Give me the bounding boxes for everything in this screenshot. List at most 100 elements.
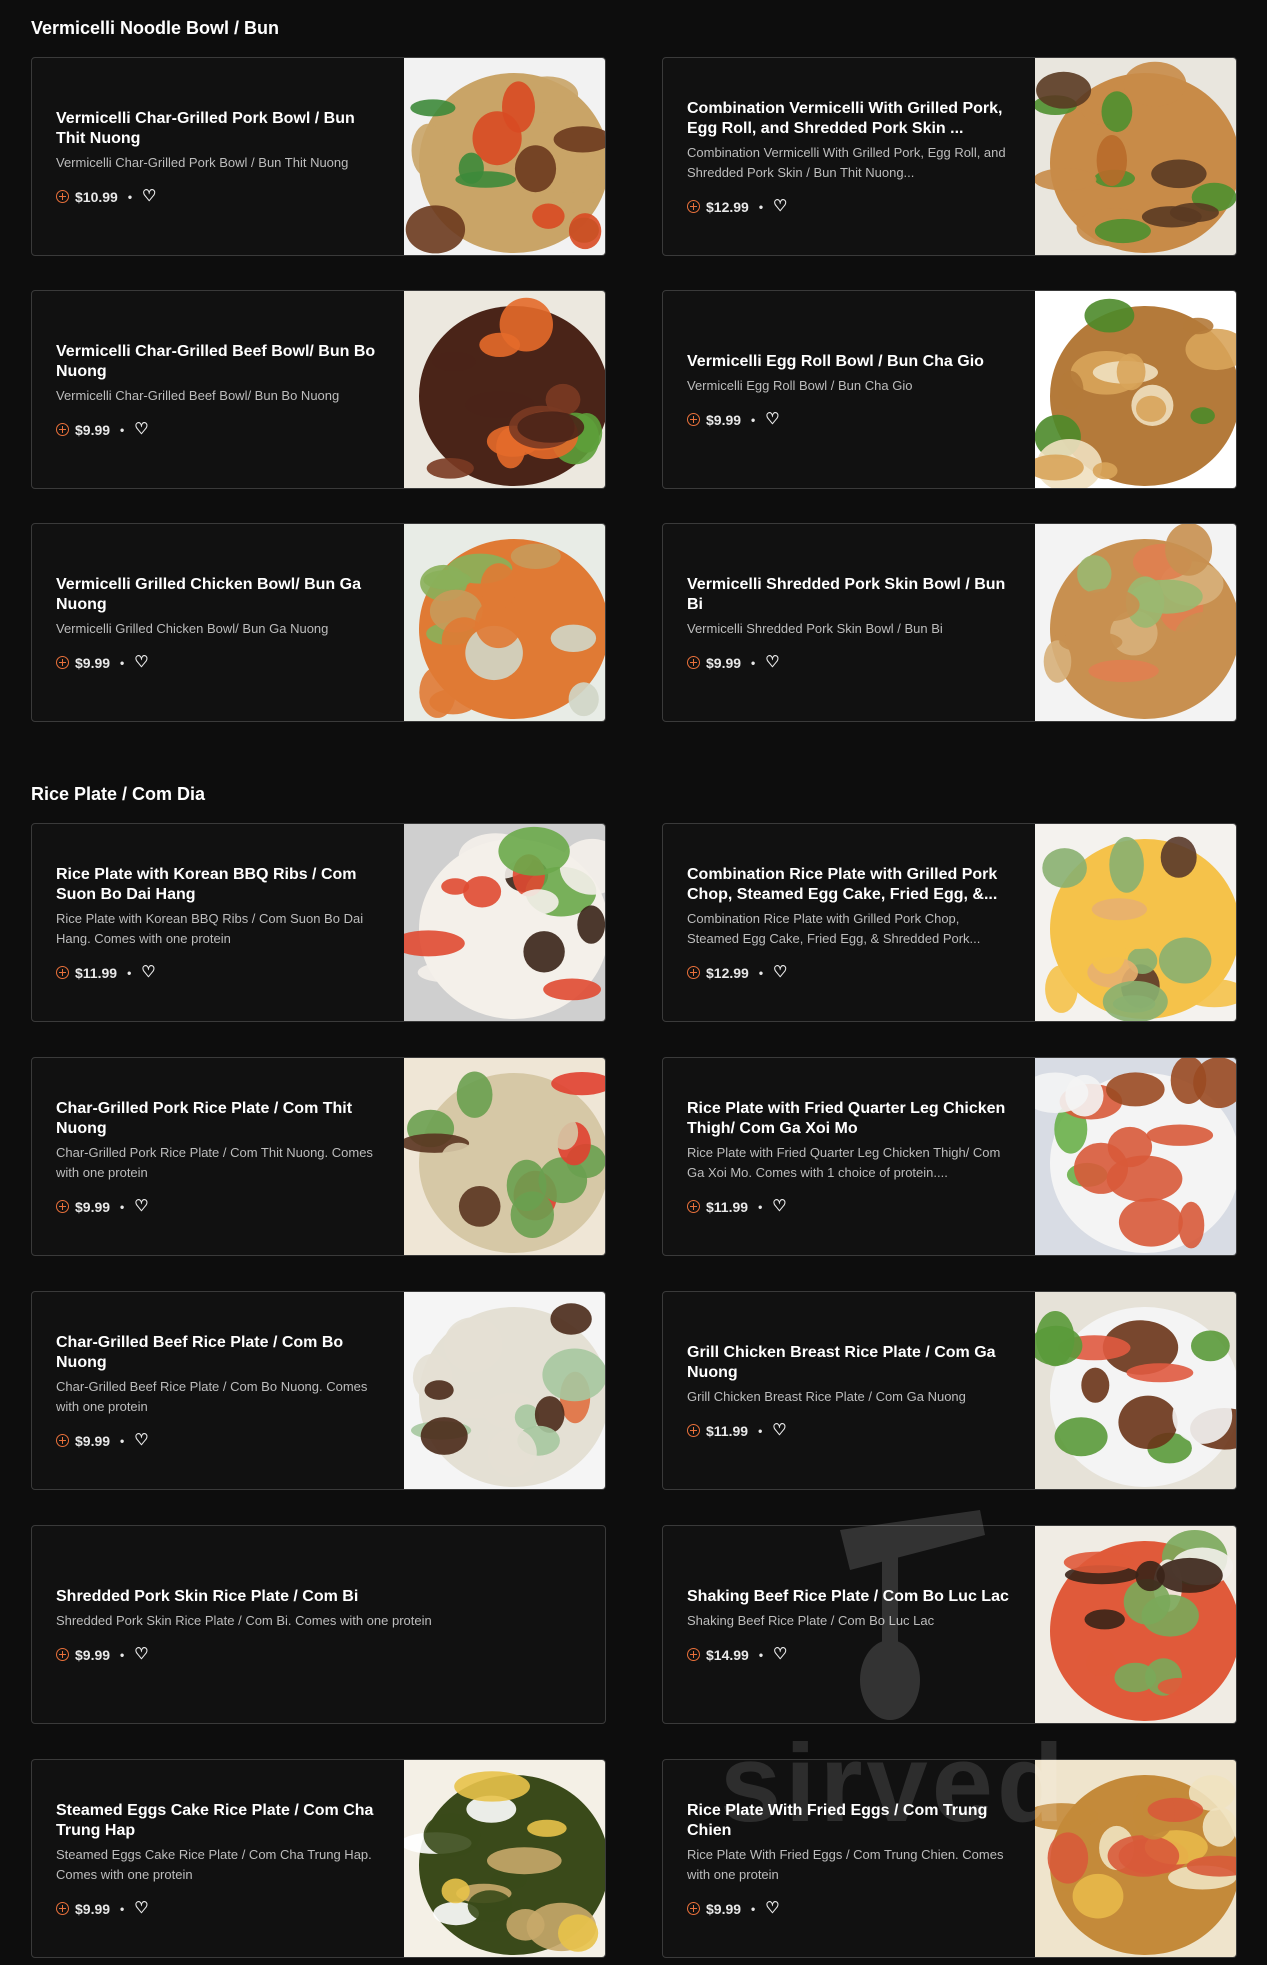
rice-plate-menu-grid: Rice Plate with Korean BBQ Ribs / Com Su…	[31, 823, 1237, 1958]
heart-icon[interactable]: ♡	[134, 421, 148, 438]
add-to-cart-icon[interactable]	[56, 190, 69, 203]
menu-item-meta: $9.99 • ♡	[56, 421, 379, 438]
add-to-cart-icon[interactable]	[56, 1434, 69, 1447]
menu-item-card[interactable]: Char-Grilled Pork Rice Plate / Com Thit …	[31, 1057, 606, 1256]
menu-item-meta: $9.99 • ♡	[56, 1900, 379, 1917]
menu-item-description: Grill Chicken Breast Rice Plate / Com Ga…	[687, 1388, 966, 1404]
menu-item-photo	[1035, 58, 1236, 255]
add-to-cart-icon[interactable]	[56, 423, 69, 436]
add-to-cart-icon[interactable]	[687, 200, 700, 213]
menu-item-photo	[404, 1292, 605, 1489]
heart-icon[interactable]: ♡	[773, 1646, 787, 1663]
heart-icon[interactable]: ♡	[773, 964, 787, 981]
separator-dot: •	[758, 1199, 763, 1214]
heart-icon[interactable]: ♡	[142, 188, 156, 205]
heart-icon[interactable]: ♡	[765, 411, 779, 428]
menu-item-card[interactable]: Vermicelli Char-Grilled Beef Bowl/ Bun B…	[31, 290, 606, 489]
menu-item-card[interactable]: Combination Vermicelli With Grilled Pork…	[662, 57, 1237, 256]
menu-item-card[interactable]: Rice Plate with Fried Quarter Leg Chicke…	[662, 1057, 1237, 1256]
menu-item-meta: $11.99 • ♡	[56, 964, 379, 981]
menu-item-text: Grill Chicken Breast Rice Plate / Com Ga…	[687, 1292, 1010, 1489]
menu-item-description: Vermicelli Char-Grilled Beef Bowl/ Bun B…	[56, 387, 340, 403]
menu-item-name: Char-Grilled Beef Rice Plate / Com Bo Nu…	[56, 1333, 344, 1371]
vermicelli-menu-grid: Vermicelli Char-Grilled Pork Bowl / Bun …	[31, 57, 1237, 722]
menu-item-photo	[1035, 824, 1236, 1021]
menu-item-meta: $9.99 • ♡	[687, 654, 1010, 671]
menu-item-price: $9.99	[75, 1646, 111, 1663]
menu-item-card[interactable]: Vermicelli Shredded Pork Skin Bowl / Bun…	[662, 523, 1237, 722]
menu-item-text: Vermicelli Char-Grilled Pork Bowl / Bun …	[56, 58, 379, 255]
menu-item-price: $11.99	[706, 1422, 749, 1439]
menu-item-card[interactable]: Char-Grilled Beef Rice Plate / Com Bo Nu…	[31, 1291, 606, 1490]
menu-item-text: Shredded Pork Skin Rice Plate / Com Bi S…	[56, 1526, 581, 1723]
menu-item-text: Vermicelli Shredded Pork Skin Bowl / Bun…	[687, 524, 1010, 721]
menu-item-card[interactable]: Rice Plate With Fried Eggs / Com Trung C…	[662, 1759, 1237, 1958]
menu-item-meta: $9.99 • ♡	[56, 1432, 379, 1449]
menu-item-card[interactable]: Vermicelli Egg Roll Bowl / Bun Cha Gio V…	[662, 290, 1237, 489]
separator-dot: •	[120, 1647, 125, 1662]
menu-item-description: Shredded Pork Skin Rice Plate / Com Bi. …	[56, 1612, 432, 1628]
menu-item-text: Combination Rice Plate with Grilled Pork…	[687, 824, 1010, 1021]
add-to-cart-icon[interactable]	[56, 656, 69, 669]
menu-item-card[interactable]: Vermicelli Char-Grilled Pork Bowl / Bun …	[31, 57, 606, 256]
add-to-cart-icon[interactable]	[687, 1648, 700, 1661]
add-to-cart-icon[interactable]	[56, 966, 69, 979]
menu-item-name: Rice Plate with Fried Quarter Leg Chicke…	[687, 1099, 1006, 1137]
menu-item-text: Char-Grilled Beef Rice Plate / Com Bo Nu…	[56, 1292, 379, 1489]
menu-item-name: Vermicelli Shredded Pork Skin Bowl / Bun…	[687, 575, 1006, 613]
add-to-cart-icon[interactable]	[56, 1200, 69, 1213]
menu-item-meta: $14.99 • ♡	[687, 1646, 1010, 1663]
menu-item-price: $11.99	[75, 964, 118, 981]
add-to-cart-icon[interactable]	[56, 1902, 69, 1915]
heart-icon[interactable]: ♡	[773, 198, 787, 215]
add-to-cart-icon[interactable]	[687, 1200, 700, 1213]
menu-item-price: $9.99	[75, 1198, 111, 1215]
menu-item-photo	[1035, 1760, 1236, 1957]
menu-item-card[interactable]: Grill Chicken Breast Rice Plate / Com Ga…	[662, 1291, 1237, 1490]
menu-item-photo	[1035, 1292, 1236, 1489]
heart-icon[interactable]: ♡	[141, 964, 155, 981]
heart-icon[interactable]: ♡	[134, 1198, 148, 1215]
heart-icon[interactable]: ♡	[134, 1646, 148, 1663]
add-to-cart-icon[interactable]	[687, 1424, 700, 1437]
menu-item-description: Rice Plate with Fried Quarter Leg Chicke…	[687, 1144, 1001, 1180]
add-to-cart-icon[interactable]	[687, 1902, 700, 1915]
menu-item-text: Shaking Beef Rice Plate / Com Bo Luc Lac…	[687, 1526, 1010, 1723]
heart-icon[interactable]: ♡	[134, 1432, 148, 1449]
menu-item-text: Vermicelli Grilled Chicken Bowl/ Bun Ga …	[56, 524, 379, 721]
heart-icon[interactable]: ♡	[134, 654, 148, 671]
heart-icon[interactable]: ♡	[772, 1422, 786, 1439]
menu-item-price: $9.99	[706, 1900, 742, 1917]
section-title-rice-plate: Rice Plate / Com Dia	[31, 784, 206, 804]
menu-item-meta: $9.99 • ♡	[56, 654, 379, 671]
menu-item-name: Rice Plate With Fried Eggs / Com Trung C…	[687, 1801, 988, 1839]
heart-icon[interactable]: ♡	[134, 1900, 148, 1917]
menu-item-card[interactable]: Shaking Beef Rice Plate / Com Bo Luc Lac…	[662, 1525, 1237, 1724]
menu-item-card[interactable]: Rice Plate with Korean BBQ Ribs / Com Su…	[31, 823, 606, 1022]
heart-icon[interactable]: ♡	[765, 1900, 779, 1917]
heart-icon[interactable]: ♡	[772, 1198, 786, 1215]
menu-item-meta: $11.99 • ♡	[687, 1422, 1010, 1439]
menu-item-meta: $9.99 • ♡	[56, 1646, 581, 1663]
menu-item-price: $9.99	[75, 1900, 111, 1917]
menu-item-card[interactable]: Steamed Eggs Cake Rice Plate / Com Cha T…	[31, 1759, 606, 1958]
menu-item-text: Steamed Eggs Cake Rice Plate / Com Cha T…	[56, 1760, 379, 1957]
separator-dot: •	[120, 1901, 125, 1916]
menu-item-meta: $9.99 • ♡	[687, 1900, 1010, 1917]
add-to-cart-icon[interactable]	[687, 966, 700, 979]
menu-item-photo	[404, 1760, 605, 1957]
menu-item-card[interactable]: Shredded Pork Skin Rice Plate / Com Bi S…	[31, 1525, 606, 1724]
menu-item-name: Combination Rice Plate with Grilled Pork…	[687, 865, 998, 903]
heart-icon[interactable]: ♡	[765, 654, 779, 671]
menu-item-meta: $12.99 • ♡	[687, 964, 1010, 981]
menu-item-photo	[404, 291, 605, 488]
menu-item-photo	[404, 824, 605, 1021]
menu-item-card[interactable]: Vermicelli Grilled Chicken Bowl/ Bun Ga …	[31, 523, 606, 722]
add-to-cart-icon[interactable]	[687, 656, 700, 669]
add-to-cart-icon[interactable]	[56, 1648, 69, 1661]
menu-item-card[interactable]: Combination Rice Plate with Grilled Pork…	[662, 823, 1237, 1022]
add-to-cart-icon[interactable]	[687, 413, 700, 426]
menu-item-photo	[1035, 1526, 1236, 1723]
separator-dot: •	[758, 1647, 764, 1662]
menu-item-text: Rice Plate with Fried Quarter Leg Chicke…	[687, 1058, 1010, 1255]
